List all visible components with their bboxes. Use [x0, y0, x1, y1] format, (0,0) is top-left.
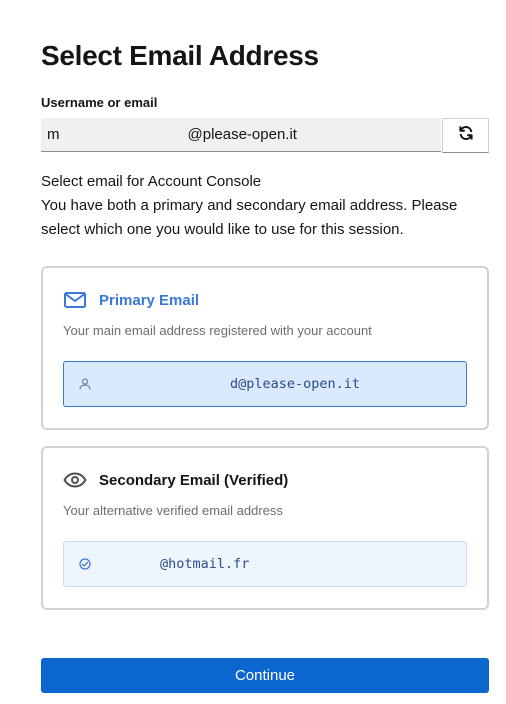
reset-login-button[interactable] — [442, 118, 489, 153]
page-title: Select Email Address — [41, 40, 319, 71]
primary-email-value: d@please-open.it — [230, 376, 361, 392]
secondary-email-card[interactable]: Secondary Email (Verified) Your alternat… — [41, 446, 489, 610]
secondary-card-description: Your alternative verified email address — [63, 503, 283, 518]
primary-card-description: Your main email address registered with … — [63, 323, 372, 338]
primary-email-card[interactable]: Primary Email Your main email address re… — [41, 266, 489, 430]
username-prefix: m — [47, 126, 60, 143]
secondary-card-title: Secondary Email (Verified) — [99, 471, 289, 489]
secondary-card-header: Secondary Email (Verified) — [63, 470, 288, 490]
primary-card-header: Primary Email — [63, 290, 199, 310]
username-suffix: @please-open.it — [187, 126, 297, 143]
username-field[interactable]: m @please-open.it — [41, 118, 441, 152]
info-line-2: You have both a primary and secondary em… — [41, 197, 458, 238]
eye-icon — [63, 470, 87, 490]
refresh-icon — [458, 125, 474, 146]
username-label: Username or email — [41, 95, 158, 110]
user-icon — [78, 377, 92, 391]
continue-button[interactable]: Continue — [41, 658, 489, 693]
info-text: Select email for Account Console You hav… — [41, 170, 489, 242]
check-circle-icon — [78, 557, 92, 571]
username-row: m @please-open.it — [41, 118, 489, 153]
primary-email-option[interactable]: d@please-open.it — [63, 361, 467, 407]
secondary-email-option[interactable]: @hotmail.fr — [63, 541, 467, 587]
info-line-1: Select email for Account Console — [41, 173, 262, 190]
primary-card-title: Primary Email — [99, 291, 200, 309]
mail-icon — [63, 290, 87, 310]
secondary-email-value: @hotmail.fr — [160, 556, 250, 572]
